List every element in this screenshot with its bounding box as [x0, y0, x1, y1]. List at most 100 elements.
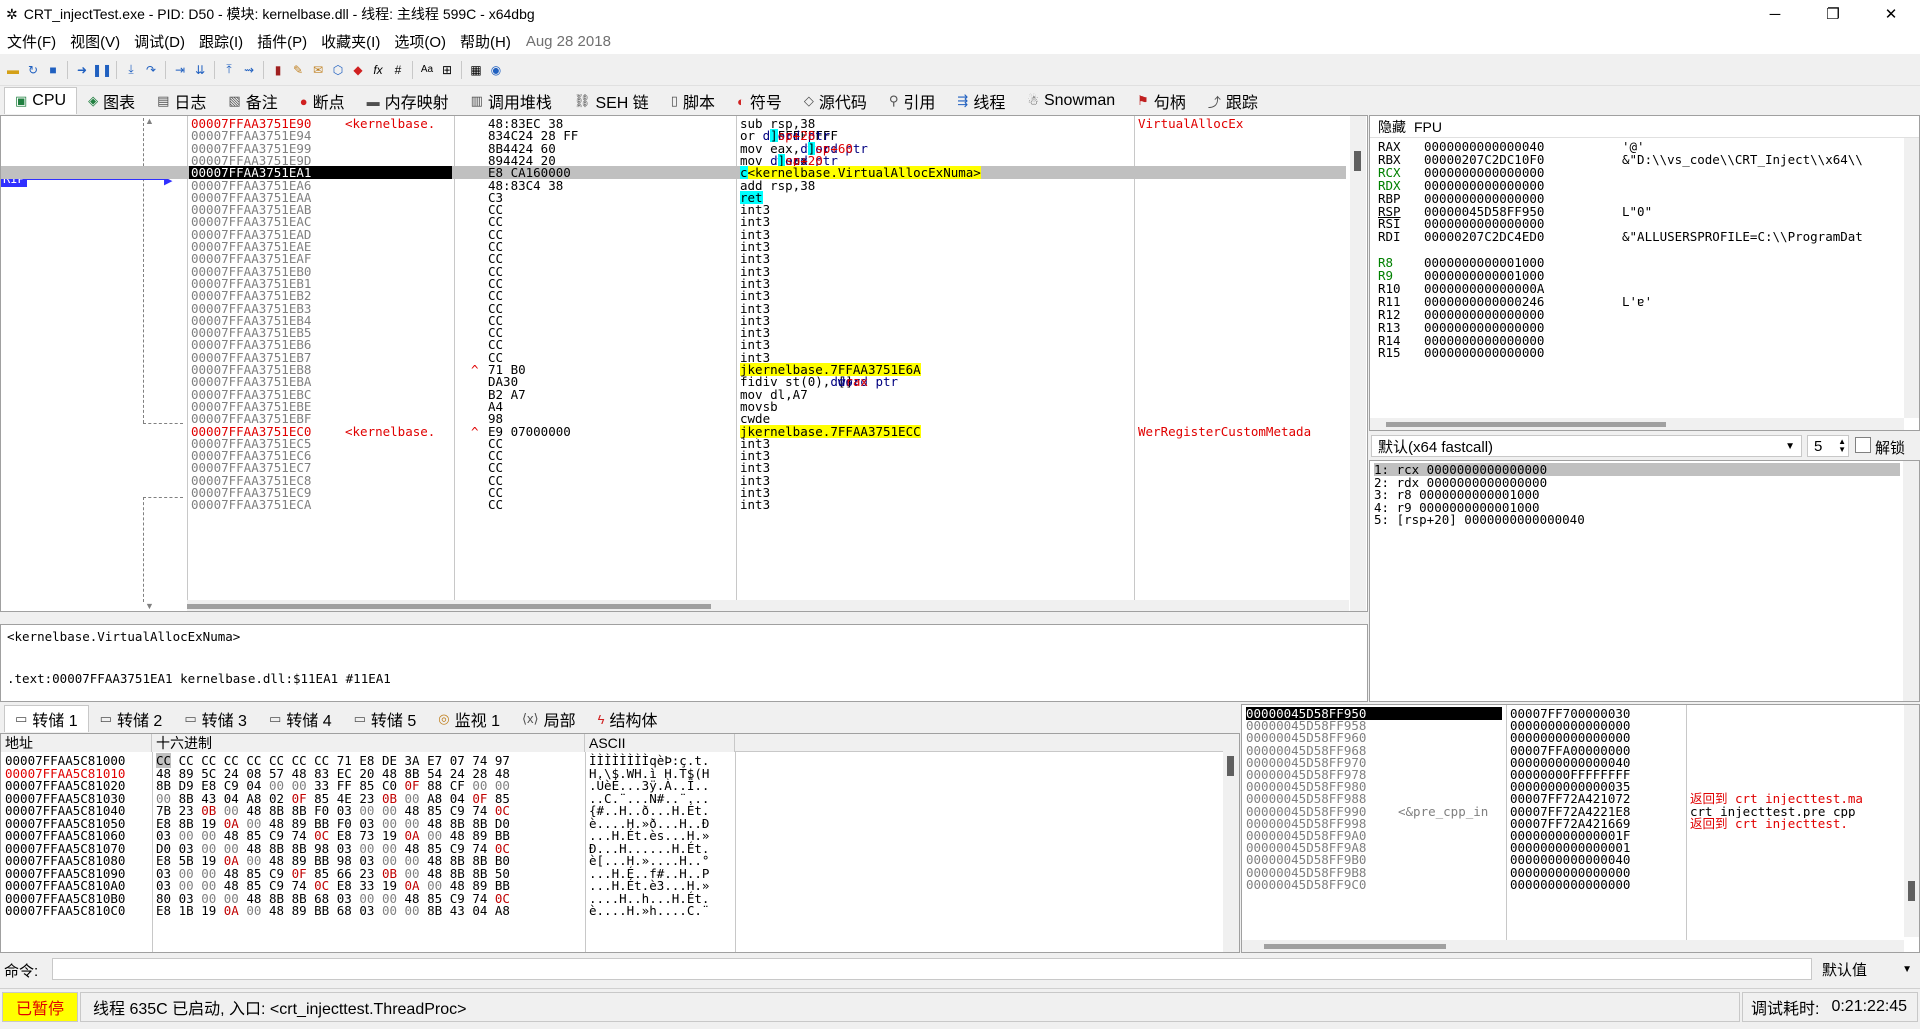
scylla-icon[interactable]: ▮ — [269, 61, 287, 79]
args-scrollbar[interactable] — [1903, 461, 1919, 701]
bookmark-icon[interactable]: ◆ — [349, 61, 367, 79]
run-icon[interactable]: ➜ — [73, 61, 91, 79]
function-icon[interactable]: fx — [369, 61, 387, 79]
tab-9[interactable]: ◐ 符号 — [726, 87, 793, 114]
tab-label: 引用 — [903, 95, 936, 112]
tab-6[interactable]: ▥ 调用堆栈 — [460, 87, 563, 114]
tab-14[interactable]: ⚑ 句柄 — [1126, 87, 1197, 114]
register-panel[interactable]: 隐藏 FPU RAX 0000000000000040 '@' RBX 00000207… — [1369, 115, 1920, 431]
menu-item-7[interactable]: 帮助(H) — [453, 31, 518, 52]
tab-7[interactable]: ⛓ SEH 链 — [563, 87, 660, 114]
dump-ascii[interactable]: è....H.»h....C.¨ — [589, 904, 709, 917]
hide-fpu-toggle[interactable]: 隐藏 — [1378, 117, 1406, 137]
maximize-button[interactable]: ❐ — [1804, 0, 1862, 28]
dump-header-ascii[interactable]: ASCII — [585, 734, 735, 752]
close-button[interactable]: ✕ — [1862, 0, 1920, 28]
minimize-button[interactable]: ─ — [1746, 0, 1804, 28]
tab-label: 符号 — [749, 95, 782, 112]
dump-scrollbar[interactable] — [1223, 734, 1239, 952]
stack-scrollbar[interactable] — [1904, 705, 1919, 937]
run-to-user-code-icon[interactable]: ⇝ — [240, 61, 258, 79]
menu-item-1[interactable]: 视图(V) — [63, 31, 127, 52]
menu-item-5[interactable]: 收藏夹(I) — [314, 31, 387, 52]
label-icon[interactable]: ⬡ — [329, 61, 347, 79]
pause-icon[interactable]: ❚❚ — [92, 61, 112, 79]
trace-into-icon[interactable]: ⇥ — [171, 61, 189, 79]
restart-icon[interactable]: ↻ — [24, 61, 42, 79]
step-over-icon[interactable]: ↷ — [142, 61, 160, 79]
dump-tab-6[interactable]: ⟨x⟩ 局部 — [511, 705, 587, 732]
tab-0[interactable]: ▣ CPU — [4, 87, 78, 114]
toolbar: ▬ ↻ ■ ➜ ❚❚ ⤓ ↷ ⇥ ⇊ ⤒ ⇝ ▮ ✎ ✉ ⬡ ◆ fx # Aa… — [0, 54, 1920, 86]
comment-icon[interactable]: ✉ — [309, 61, 327, 79]
arg-count-spinner[interactable]: 5 ▲ ▼ — [1807, 435, 1849, 457]
disasm-address: 00007FFAA3751ECA — [191, 497, 312, 513]
reg-hscrollbar[interactable] — [1370, 418, 1904, 430]
tab-4[interactable]: ● 断点 — [289, 87, 356, 114]
stack-view[interactable]: 00000045D58FF950 00007FF700000030 00000045… — [1241, 704, 1920, 953]
register-row[interactable]: R15 0000000000000000 — [1378, 346, 1898, 360]
tab-3[interactable]: ▧ 备注 — [217, 87, 288, 114]
font-icon[interactable]: ⊞ — [438, 61, 456, 79]
dump-icon: ▭ — [99, 711, 112, 726]
dump-tab-5[interactable]: ◎ 监视 1 — [427, 705, 511, 732]
dump-header-hex[interactable]: 十六进制 — [152, 734, 585, 752]
patch-icon[interactable]: ✎ — [289, 61, 307, 79]
tab-12[interactable]: ⇶ 线程 — [946, 87, 1016, 114]
menu-item-3[interactable]: 跟踪(I) — [192, 31, 250, 52]
step-into-icon[interactable]: ⤓ — [122, 61, 140, 79]
menu-item-2[interactable]: 调试(D) — [127, 31, 192, 52]
call-args-panel[interactable]: 1: rcx 0000000000000000 2: rdx 0000000000… — [1369, 460, 1920, 702]
stack-hscrollbar[interactable] — [1242, 940, 1904, 952]
help-icon[interactable]: ◉ — [487, 61, 505, 79]
call-arg-row[interactable]: 5: [rsp+20] 0000000000000040 — [1374, 513, 1585, 526]
jump-arrow-icon: ^ — [471, 362, 479, 377]
dump-tab-0[interactable]: ▭ 转储 1 — [4, 705, 89, 732]
info-line-1: <kernelbase.VirtualAllocExNuma> — [7, 629, 241, 644]
stack-label: <&pre_cpp_in — [1398, 803, 1489, 819]
tab-10[interactable]: ◇ 源代码 — [793, 87, 878, 114]
unlock-checkbox[interactable] — [1855, 437, 1871, 453]
dump-tab-4[interactable]: ▭ 转储 5 — [343, 705, 428, 732]
calculator-icon[interactable]: ▦ — [467, 61, 485, 79]
dump-header-address[interactable]: 地址 — [1, 734, 152, 752]
tab-11[interactable]: ⚲ 引用 — [878, 87, 947, 114]
disasm-scrollbar[interactable] — [1350, 116, 1366, 611]
command-mode-select[interactable]: 默认值 ▼ — [1818, 958, 1918, 980]
strings-icon[interactable]: Aa — [418, 61, 436, 79]
tab-8[interactable]: ▯ 脚本 — [660, 87, 726, 114]
tab-1[interactable]: ◈ 图表 — [77, 87, 146, 114]
dump-address[interactable]: 00007FFAA5C810C0 — [5, 904, 125, 917]
command-input[interactable] — [52, 958, 1812, 980]
hex-dump-view[interactable]: 地址 十六进制 ASCII 00007FFAA5C81000 CC CC CC C… — [0, 733, 1240, 953]
stack-value[interactable]: 0000000000000000 — [1510, 878, 1630, 891]
reg-scrollbar[interactable] — [1904, 138, 1919, 418]
tab-label: 断点 — [312, 95, 345, 112]
trace-over-icon[interactable]: ⇊ — [191, 61, 209, 79]
tab-5[interactable]: ▬ 内存映射 — [356, 87, 460, 114]
disasm-instruction: int3 — [740, 497, 771, 513]
tab-2[interactable]: ▤ 日志 — [146, 87, 217, 114]
register-row[interactable]: RDI 00000207C2DC4ED0 &"ALLUSERSPROFILE=C:\… — [1378, 230, 1898, 244]
hash-icon[interactable]: # — [389, 61, 407, 79]
disasm-hscrollbar[interactable] — [187, 600, 1349, 611]
locals-icon: ⟨x⟩ — [521, 711, 539, 726]
tab-13[interactable]: ☃ Snowman — [1016, 87, 1126, 114]
dump-tab-3[interactable]: ▭ 转储 4 — [258, 705, 343, 732]
dump-tab-7[interactable]: ϟ 结构体 — [587, 705, 669, 732]
disassembly-view[interactable]: ▲ ▼ RIP ▶ 00007FFAA3751E90<kernelbase.48… — [0, 115, 1368, 612]
stop-icon[interactable]: ■ — [44, 61, 62, 79]
menu-item-4[interactable]: 插件(P) — [250, 31, 314, 52]
stack-address[interactable]: 00000045D58FF9C0 — [1246, 878, 1366, 891]
execute-till-return-icon[interactable]: ⤒ — [220, 61, 238, 79]
disasm-row[interactable]: 00007FFAA3751ECA CC int3 — [1, 498, 1346, 511]
dump-hex[interactable]: E8 1B 19 0A 00 48 89 BB 68 03 00 00 8B 4… — [156, 904, 510, 917]
menu-item-6[interactable]: 选项(O) — [387, 31, 453, 52]
tab-15[interactable]: ⤴ 跟踪 — [1197, 87, 1269, 114]
open-icon[interactable]: ▬ — [4, 61, 22, 79]
menu-item-0[interactable]: 文件(F) — [0, 31, 63, 52]
dump-tab-1[interactable]: ▭ 转储 2 — [89, 705, 174, 732]
fpu-label[interactable]: FPU — [1414, 119, 1442, 135]
dump-tab-2[interactable]: ▭ 转储 3 — [173, 705, 258, 732]
calling-convention-select[interactable]: 默认(x64 fastcall) ▼ — [1371, 435, 1802, 457]
